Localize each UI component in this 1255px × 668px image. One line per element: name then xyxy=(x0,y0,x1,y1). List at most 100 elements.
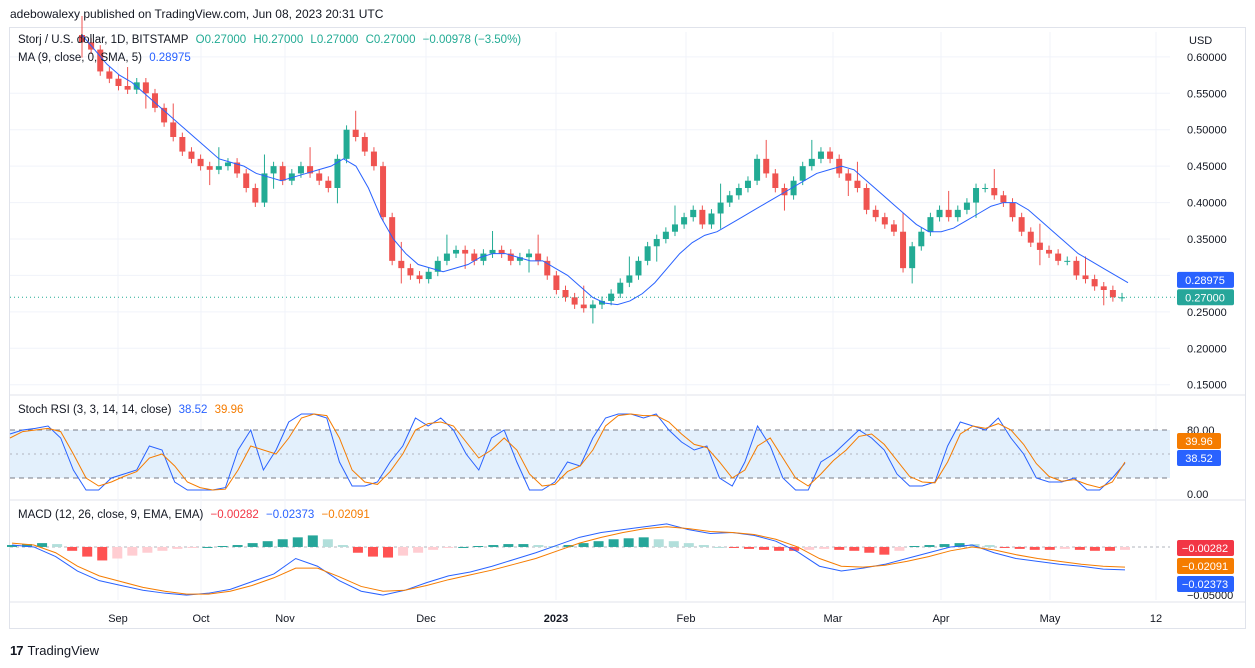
macd-histogram-bar xyxy=(623,538,634,547)
price-axis-tick: 0.60000 xyxy=(1187,52,1227,64)
candle-body xyxy=(608,293,615,301)
macd-histogram-bar xyxy=(668,541,679,547)
macd-hist-badge: −0.00282 xyxy=(1182,543,1228,555)
candle-body xyxy=(827,151,834,159)
macd-line-value: −0.02373 xyxy=(266,509,315,521)
time-axis-tick: 2023 xyxy=(544,613,568,625)
stoch-d-value: 39.96 xyxy=(214,404,244,416)
candle-body xyxy=(206,166,213,170)
macd-histogram-bar xyxy=(518,544,529,547)
candle-body xyxy=(170,122,177,137)
candle-body xyxy=(361,137,368,152)
chart-canvas[interactable]: 0.60000 0.55000 0.50000 0.45000 0.40000 0.350… xyxy=(0,0,1255,668)
macd-histogram-bar xyxy=(894,546,905,551)
macd-histogram-bar xyxy=(984,545,995,547)
currency-label: USD xyxy=(1189,35,1212,47)
candle-body xyxy=(526,253,533,258)
last-price-badge: 0.27000 xyxy=(1185,292,1225,304)
macd-histogram-bar xyxy=(849,546,860,551)
macd-histogram-bar xyxy=(127,546,138,556)
macd-histogram-bar xyxy=(1089,546,1100,551)
macd-histogram-bar xyxy=(52,544,63,547)
macd-histogram-bar xyxy=(1044,546,1055,550)
macd-histogram-bar xyxy=(593,541,604,547)
candle-body xyxy=(188,151,195,159)
time-axis-tick: Sep xyxy=(108,613,128,625)
candle-body xyxy=(197,158,204,167)
candle-body xyxy=(553,275,560,290)
candle-body xyxy=(124,86,131,90)
candle-body xyxy=(416,275,423,280)
macd-histogram-bar xyxy=(728,546,739,548)
macd-histogram-bar xyxy=(473,546,484,547)
open-value: O0.27000 xyxy=(195,34,247,46)
candle-body xyxy=(653,239,660,247)
low-value: L0.27000 xyxy=(310,34,359,46)
close-value: C0.27000 xyxy=(365,34,416,46)
macd-histogram-bar xyxy=(262,541,273,547)
candle-body xyxy=(735,188,742,196)
candle-body xyxy=(690,209,697,218)
candle-body xyxy=(562,290,569,298)
price-axis-tick: 0.50000 xyxy=(1187,125,1227,137)
candle-body xyxy=(808,158,815,167)
macd-histogram-bar xyxy=(864,546,875,553)
candle-body xyxy=(1100,286,1107,290)
macd-histogram-bar xyxy=(337,545,348,547)
macd-histogram-bar xyxy=(1029,546,1040,550)
macd-histogram-bar xyxy=(503,544,514,547)
candle-body xyxy=(909,246,916,269)
macd-histogram-bar xyxy=(428,546,439,550)
macd-histogram-bar xyxy=(743,546,754,549)
candle-body xyxy=(744,180,751,188)
stoch-k-badge: 38.52 xyxy=(1185,453,1213,465)
macd-histogram-bar xyxy=(398,546,409,556)
candle-body xyxy=(425,271,432,280)
candle-body xyxy=(982,188,989,189)
macd-histogram-bar xyxy=(383,546,394,558)
price-axis-tick: 0.45000 xyxy=(1187,161,1227,173)
macd-histogram-bar xyxy=(187,546,198,548)
macd-histogram-bar xyxy=(67,546,78,551)
candle-body xyxy=(963,202,970,210)
time-axis-tick: Dec xyxy=(416,613,436,625)
macd-histogram-bar xyxy=(909,546,920,547)
candle-body xyxy=(863,188,870,210)
candle-body xyxy=(1000,195,1007,203)
time-axis-tick: Mar xyxy=(824,613,843,625)
candle-body xyxy=(270,166,277,174)
macd-histogram-bar xyxy=(879,546,890,555)
candle-body xyxy=(890,224,897,232)
macd-histogram-bar xyxy=(924,545,935,547)
change-value: −0.00978 (−3.50%) xyxy=(422,34,522,46)
macd-histogram-bar xyxy=(367,546,378,557)
candle-body xyxy=(380,166,387,218)
candle-body xyxy=(872,209,879,218)
macd-histogram-bar xyxy=(172,546,183,549)
candle-body xyxy=(115,78,122,86)
macd-histogram-bar xyxy=(217,546,228,547)
footer-brand[interactable]: 17 TradingView xyxy=(10,643,99,658)
candle-body xyxy=(763,158,770,174)
candle-body xyxy=(973,188,980,203)
candle-body xyxy=(726,195,733,203)
candle-body xyxy=(1036,242,1043,250)
macd-macd-line xyxy=(11,523,1126,596)
candle-body xyxy=(462,249,469,254)
macd-histogram-bar xyxy=(1074,546,1085,550)
candle-body xyxy=(918,231,925,247)
macd-label: MACD (12, 26, close, 9, EMA, EMA) xyxy=(18,509,204,521)
candle-body xyxy=(224,162,231,167)
macd-histogram-bar xyxy=(774,546,785,551)
candle-body xyxy=(927,217,934,232)
macd-histogram-bar xyxy=(683,543,694,547)
candle-body xyxy=(954,209,961,218)
candle-body xyxy=(279,166,286,181)
tradingview-logo-icon: 17 xyxy=(10,643,24,658)
macd-histogram-bar xyxy=(638,537,649,547)
candle-body xyxy=(936,209,943,218)
candle-body xyxy=(243,173,250,188)
price-axis-tick: 0.20000 xyxy=(1187,343,1227,355)
candle-body xyxy=(571,297,578,305)
stoch-axis-tick: 0.00 xyxy=(1187,489,1208,501)
